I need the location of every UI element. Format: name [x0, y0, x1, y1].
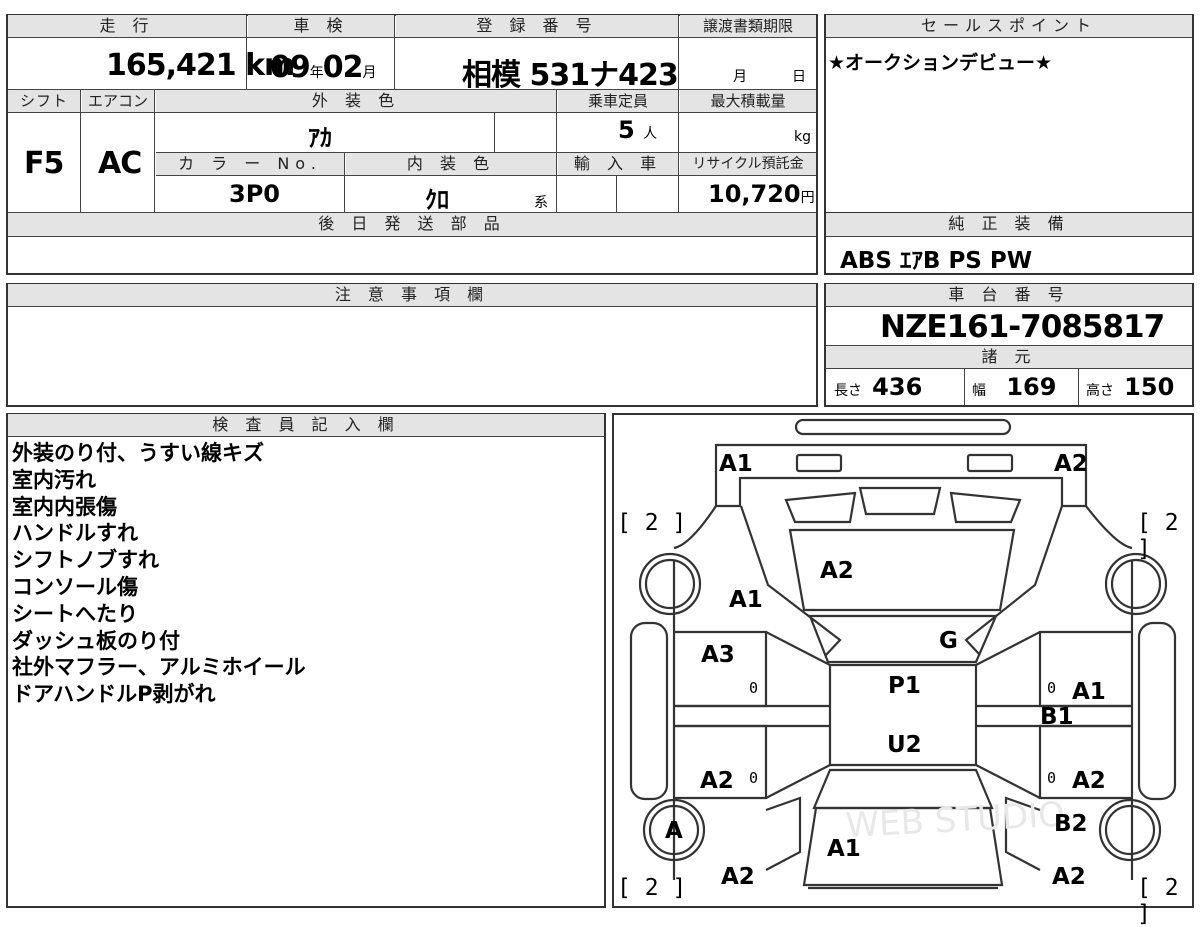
damage-rear-left: A2 — [721, 864, 755, 890]
damage-left-front-door: A3 — [701, 642, 735, 668]
inspector-line: コンソール傷 — [12, 574, 138, 599]
inspector-line: 外装のり付、うすい線キズ — [12, 441, 264, 465]
interior-color-value: ｸﾛ — [425, 186, 449, 214]
sales-point-header: セールスポイント — [826, 15, 1192, 37]
capacity-header: 乗車定員 — [558, 90, 678, 112]
inspection-header: 車 検 — [248, 15, 394, 37]
inspection-date: 09年02月 — [270, 50, 377, 85]
later-parts-header: 後 日 発 送 部 品 — [8, 213, 816, 236]
tread-mark: 0 — [749, 679, 759, 697]
inspector-line: 室内汚れ — [12, 467, 96, 492]
transfer-day: 日 — [792, 69, 806, 85]
damage-rear-right: A2 — [1052, 864, 1086, 890]
inspector-header: 検 査 員 記 入 欄 — [8, 414, 604, 436]
specs-header: 諸 元 — [826, 346, 1192, 368]
color-no-value: 3P0 — [229, 180, 280, 208]
exterior-color-value: ｱｶ — [308, 124, 332, 152]
height-spec: 高さ 150 — [1086, 373, 1175, 401]
shift-value: F5 — [24, 146, 64, 181]
transfer-deadline-header: 譲渡書類期限 — [680, 15, 816, 37]
recycle-value: 10,720円 — [708, 180, 815, 208]
damage-hood-left: A1 — [729, 587, 763, 613]
damage-right-front-door: A1 — [1072, 679, 1106, 705]
exterior-color-header: 外 装 色 — [156, 90, 556, 112]
damage-roof-rear: U2 — [887, 732, 922, 758]
sales-point-value: ★オークションデビュー★ — [828, 52, 1053, 74]
ac-header: エアコン — [82, 90, 154, 112]
tread-mark: 0 — [1047, 769, 1057, 787]
equipment-header: 純 正 装 備 — [826, 213, 1192, 236]
shift-header: シフト — [8, 90, 80, 112]
inspector-line: ドアハンドルP剥がれ — [12, 682, 216, 707]
interior-color-unit: 系 — [534, 195, 548, 211]
inspector-line: シフトノブすれ — [12, 548, 159, 573]
length-spec: 長さ 436 — [834, 373, 923, 401]
tire-rear-left: [ 2 ] — [617, 875, 687, 901]
import-header: 輸 入 車 — [558, 153, 678, 175]
damage-windshield: A2 — [820, 558, 854, 584]
mileage-header: 走 行 — [8, 15, 246, 37]
color-no-header: カ ラ ー No. — [156, 153, 344, 175]
tire-front-left: [ 2 ] — [617, 510, 687, 536]
notes-header: 注 意 事 項 欄 — [8, 284, 816, 306]
damage-right-rear-door: A2 — [1072, 768, 1106, 794]
transfer-month: 月 — [733, 69, 747, 85]
width-spec: 幅 169 — [972, 373, 1057, 401]
inspector-line: 室内内張傷 — [12, 494, 117, 519]
inspector-line: ダッシュ板のり付 — [12, 628, 180, 653]
capacity-value: 5 人 — [618, 116, 658, 144]
recycle-header: リサイクル預託金 — [680, 153, 816, 175]
tread-mark: 0 — [1047, 679, 1057, 697]
mileage-value: 165,421 km — [106, 48, 295, 83]
interior-color-header: 内 装 色 — [346, 153, 556, 175]
tread-mark: 0 — [749, 769, 759, 787]
inspector-notes: 外装のり付、うすい線キズ 室内汚れ 室内内張傷 ハンドルすれ シフトノブすれ コ… — [12, 440, 306, 708]
damage-right-pillar: B1 — [1040, 704, 1074, 730]
damage-roof: P1 — [888, 673, 921, 699]
max-load-unit: kg — [794, 129, 811, 145]
inspector-line: ハンドルすれ — [12, 521, 138, 546]
inspector-line: シートへたり — [12, 601, 138, 626]
damage-left-rear-wheel: A — [665, 818, 683, 844]
damage-right-rear-wheel: B2 — [1054, 811, 1088, 837]
damage-front-right: A2 — [1054, 451, 1088, 477]
inspector-line: 社外マフラー、アルミホイール — [12, 655, 306, 680]
diagram-watermark: WEB STUDIO — [845, 795, 1066, 846]
registration-value: 相模 531ナ423 — [462, 58, 679, 93]
tire-rear-right: [ 2 ] — [1137, 875, 1179, 927]
chassis-header: 車 台 番 号 — [826, 284, 1192, 306]
tire-front-right: [ 2 ] — [1137, 510, 1179, 562]
damage-glass: G — [939, 628, 958, 654]
sales-point-box — [824, 14, 1194, 214]
equipment-value: ABS ｴｱB PS PW — [840, 248, 1033, 274]
chassis-number: NZE161-7085817 — [880, 309, 1165, 345]
max-load-header: 最大積載量 — [680, 90, 816, 112]
damage-left-rear-door: A2 — [700, 768, 734, 794]
damage-trunk: A1 — [827, 836, 861, 862]
ac-value: AC — [98, 146, 142, 181]
registration-header: 登 録 番 号 — [396, 15, 678, 37]
damage-front-left: A1 — [719, 451, 753, 477]
